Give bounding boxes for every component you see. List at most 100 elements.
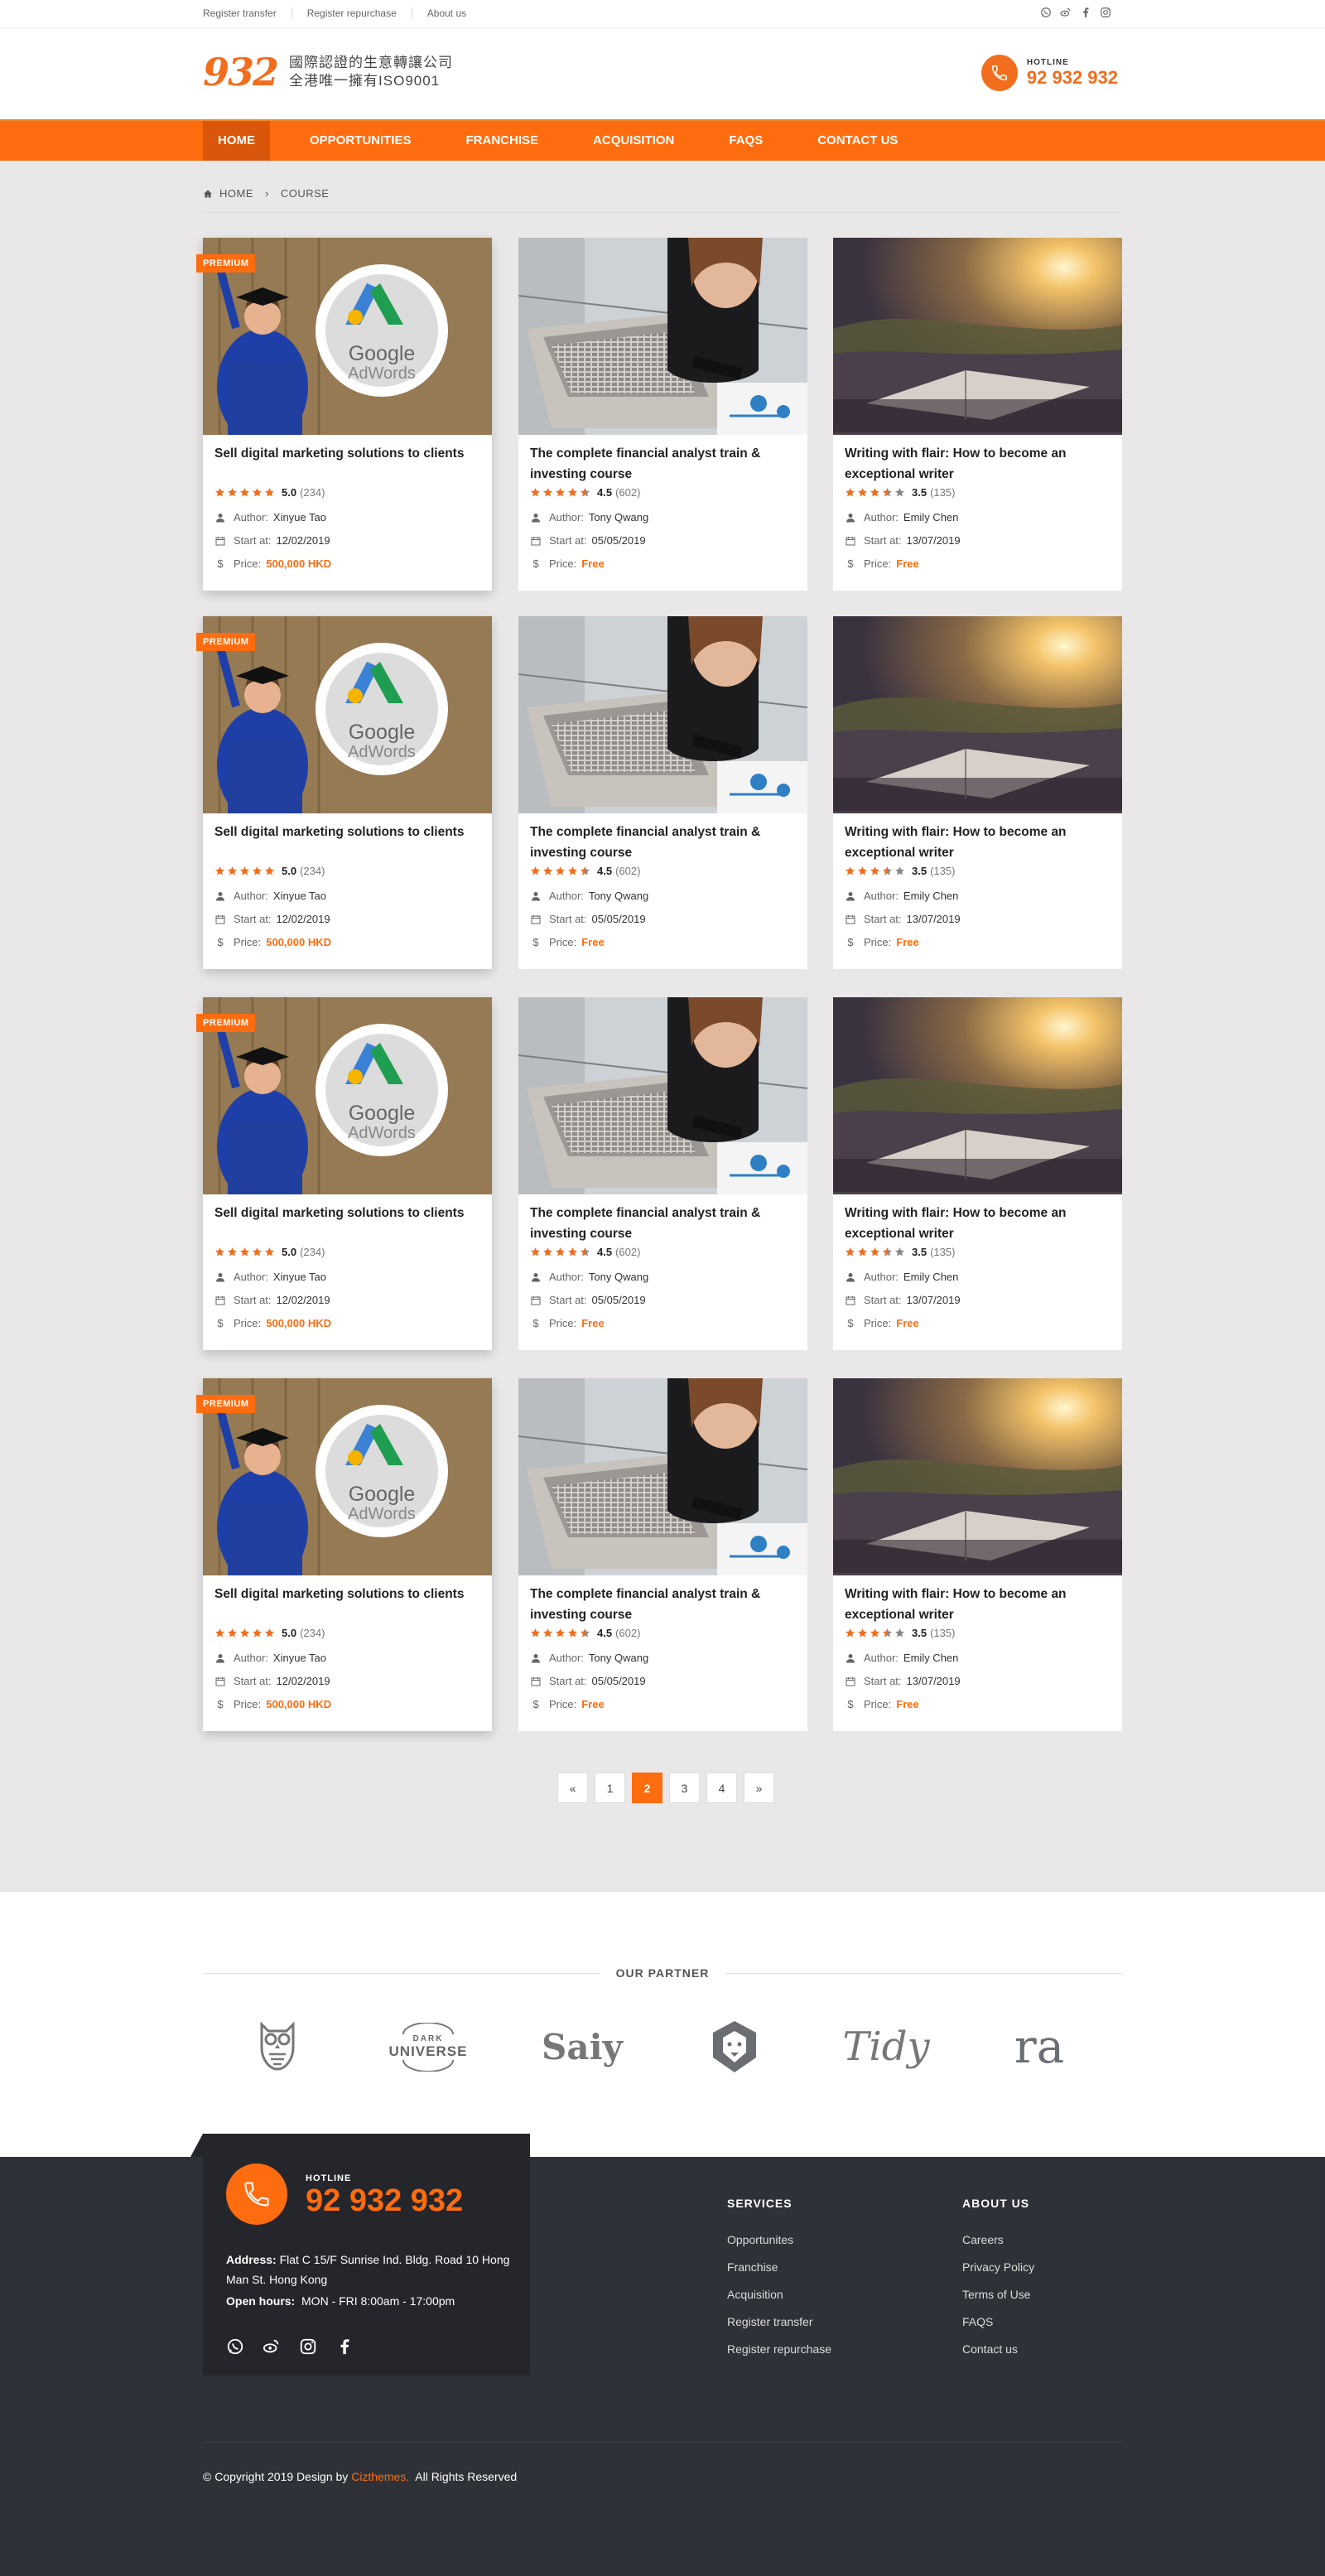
weibo-icon[interactable] <box>1060 7 1072 18</box>
nav-item-acquisition[interactable]: ACQUISITION <box>578 121 689 161</box>
image-text-google: Google <box>348 1102 416 1125</box>
course-image[interactable] <box>833 997 1122 1194</box>
facebook-icon[interactable] <box>335 2337 354 2356</box>
course-card[interactable]: Google AdWords PREMIUM Sell digital marke… <box>196 997 492 1350</box>
pagination-page-3[interactable]: 3 <box>669 1773 700 1803</box>
course-image[interactable] <box>833 238 1122 435</box>
pagination-prev[interactable]: « <box>557 1773 588 1803</box>
course-card[interactable]: Writing with flair: How to become an exc… <box>833 238 1122 591</box>
course-card[interactable]: The complete financial analyst train & i… <box>518 997 807 1350</box>
footer-link-faqs[interactable]: FAQS <box>962 2315 1034 2328</box>
course-card[interactable]: The complete financial analyst train & i… <box>518 616 807 969</box>
breadcrumb-home[interactable]: HOME <box>219 187 253 200</box>
weibo-icon[interactable] <box>263 2337 281 2356</box>
footer-link-acquisition[interactable]: Acquisition <box>727 2288 831 2301</box>
nav-item-faqs[interactable]: FAQS <box>714 121 778 161</box>
footer-link-register-transfer[interactable]: Register transfer <box>727 2315 831 2328</box>
partner-logo-ra[interactable]: ra <box>1002 2018 1077 2076</box>
instagram-icon[interactable] <box>1100 7 1111 18</box>
pagination-page-2[interactable]: 2 <box>632 1773 662 1803</box>
course-title[interactable]: Sell digital marketing solutions to clie… <box>214 822 479 842</box>
course-title[interactable]: The complete financial analyst train & i… <box>530 443 795 485</box>
course-card[interactable]: Writing with flair: How to become an exc… <box>833 1378 1122 1731</box>
user-icon <box>530 513 542 523</box>
header-hotline[interactable]: HOTLINE 92 932 932 <box>980 55 1118 91</box>
star-rating-icon <box>214 1628 275 1638</box>
partner-logo-dark-universe[interactable]: DARK UNIVERSE <box>383 2018 474 2076</box>
calendar-icon <box>845 1676 856 1686</box>
course-title[interactable]: Writing with flair: How to become an exc… <box>845 443 1110 485</box>
top-link-about-us[interactable]: About us <box>412 7 481 19</box>
course-price: $ Price: Free <box>530 557 604 570</box>
course-title[interactable]: The complete financial analyst train & i… <box>530 1584 795 1625</box>
pagination-next[interactable]: » <box>744 1773 774 1803</box>
course-title[interactable]: Sell digital marketing solutions to clie… <box>214 1203 479 1223</box>
whatsapp-icon[interactable] <box>226 2337 244 2356</box>
dollar-icon: $ <box>217 936 224 948</box>
course-card[interactable]: The complete financial analyst train & i… <box>518 238 807 591</box>
footer-link-careers[interactable]: Careers <box>962 2233 1034 2246</box>
nav-item-opportunities[interactable]: OPPORTUNITIES <box>295 121 426 161</box>
whatsapp-icon[interactable] <box>1040 7 1052 18</box>
course-author: Author: Tony Qwang <box>530 1652 648 1664</box>
course-image[interactable] <box>518 616 807 813</box>
top-link-register-repurchase[interactable]: Register repurchase <box>292 7 412 19</box>
course-card[interactable]: Google AdWords PREMIUM Sell digital marke… <box>196 238 492 591</box>
author-label: Author: <box>234 890 268 902</box>
copyright-suffix: All Rights Reserved <box>415 2470 518 2483</box>
pagination-page-4[interactable]: 4 <box>706 1773 737 1803</box>
course-image[interactable] <box>833 616 1122 813</box>
pagination-page-1[interactable]: 1 <box>595 1773 625 1803</box>
rating-count: (135) <box>930 1627 956 1639</box>
course-card[interactable]: The complete financial analyst train & i… <box>518 1378 807 1731</box>
nav-item-franchise[interactable]: FRANCHISE <box>451 121 554 161</box>
facebook-icon[interactable] <box>1080 7 1091 18</box>
course-title[interactable]: The complete financial analyst train & i… <box>530 822 795 863</box>
footer-link-franchise[interactable]: Franchise <box>727 2260 831 2274</box>
nav-item-contact-us[interactable]: CONTACT US <box>802 121 913 161</box>
premium-badge: PREMIUM <box>196 633 256 651</box>
instagram-icon[interactable] <box>299 2337 317 2356</box>
rating-count: (234) <box>300 1246 325 1258</box>
course-card[interactable]: Google AdWords PREMIUM Sell digital marke… <box>196 1378 492 1731</box>
footer-hotline-number[interactable]: 92 932 932 <box>306 2183 463 2219</box>
course-image[interactable] <box>518 1378 807 1575</box>
footer-link-privacy-policy[interactable]: Privacy Policy <box>962 2260 1034 2274</box>
course-image[interactable] <box>833 1378 1122 1575</box>
course-card[interactable]: Writing with flair: How to become an exc… <box>833 997 1122 1350</box>
course-title[interactable]: Writing with flair: How to become an exc… <box>845 1584 1110 1625</box>
course-rating: 5.0 (234) <box>214 1246 325 1258</box>
copyright-brand-link[interactable]: Cizthemes. <box>351 2470 409 2483</box>
dollar-icon: $ <box>847 557 854 570</box>
site-logo[interactable]: 932 國際認證的生意轉讓公司 全港唯一擁有ISO9001 <box>203 53 453 91</box>
course-card[interactable]: Google AdWords PREMIUM Sell digital marke… <box>196 616 492 969</box>
phone-icon <box>226 2164 287 2225</box>
footer-link-register-repurchase[interactable]: Register repurchase <box>727 2342 831 2356</box>
partner-logo-saiy[interactable]: Saiy <box>537 2018 628 2076</box>
course-image[interactable] <box>518 238 807 435</box>
image-text-adwords: AdWords <box>348 1505 416 1523</box>
nav-item-home[interactable]: HOME <box>203 121 270 161</box>
footer-link-opportunites[interactable]: Opportunites <box>727 2233 831 2246</box>
course-title[interactable]: Sell digital marketing solutions to clie… <box>214 1584 479 1604</box>
author-label: Author: <box>234 1271 268 1283</box>
price-label: Price: <box>864 1317 892 1329</box>
course-title[interactable]: Sell digital marketing solutions to clie… <box>214 443 479 464</box>
footer-link-contact-us[interactable]: Contact us <box>962 2342 1034 2356</box>
partner-logo-owl[interactable] <box>248 2018 306 2076</box>
partner-logo-tidy[interactable]: Tidy <box>842 2018 929 2076</box>
price-value: Free <box>581 936 605 948</box>
course-title[interactable]: The complete financial analyst train & i… <box>530 1203 795 1244</box>
star-rating-icon <box>530 1628 590 1638</box>
course-image[interactable] <box>518 997 807 1194</box>
top-link-register-transfer[interactable]: Register transfer <box>203 7 292 19</box>
course-card[interactable]: Writing with flair: How to become an exc… <box>833 616 1122 969</box>
footer-link-terms-of-use[interactable]: Terms of Use <box>962 2288 1034 2301</box>
course-title[interactable]: Writing with flair: How to become an exc… <box>845 1203 1110 1244</box>
start-value: 05/05/2019 <box>591 1675 646 1687</box>
image-text-adwords: AdWords <box>348 1124 416 1142</box>
dollar-icon: $ <box>532 1317 539 1329</box>
rating-value: 4.5 <box>597 865 613 877</box>
course-title[interactable]: Writing with flair: How to become an exc… <box>845 822 1110 863</box>
partner-logo-lion[interactable] <box>706 2018 764 2076</box>
